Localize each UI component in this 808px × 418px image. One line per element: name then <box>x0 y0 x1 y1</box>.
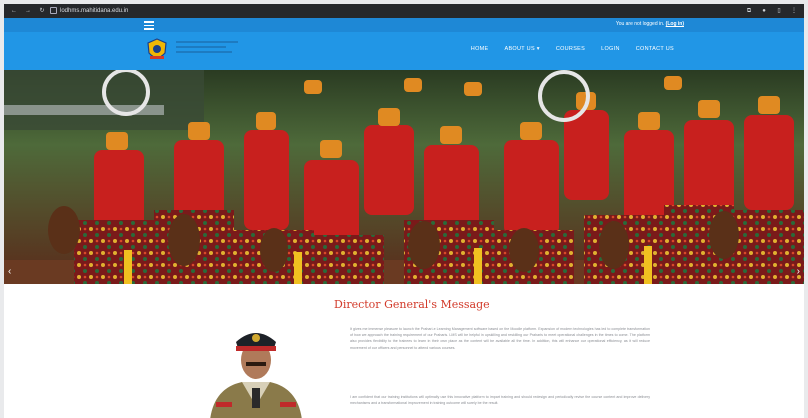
message-paragraph-2: I am confident that our training institu… <box>350 395 650 406</box>
message-paragraph-1: It gives me immense pleasure to launch t… <box>350 327 650 350</box>
login-link[interactable]: (Log in) <box>666 21 684 27</box>
section-title: Director General's Message <box>334 298 490 311</box>
url-text: lodhms.mahitidana.edu.in <box>60 8 129 14</box>
emblem-logo-icon[interactable] <box>144 37 170 63</box>
sidebar-icon[interactable]: ▯ <box>775 7 783 15</box>
director-message-section: Director General's Message It gives me i… <box>4 284 804 418</box>
back-arrow-icon[interactable]: ← <box>10 7 18 15</box>
carousel-next-button[interactable]: › <box>797 266 800 277</box>
forward-arrow-icon[interactable]: → <box>24 7 32 15</box>
lock-icon <box>50 6 57 14</box>
main-navbar: HOME ABOUT US ▾ COURSES LOGIN CONTACT US <box>4 32 804 70</box>
menu-contact-us[interactable]: CONTACT US <box>636 46 674 52</box>
hero-carousel: ‹ › <box>4 70 804 284</box>
hamburger-menu-icon[interactable] <box>144 21 154 30</box>
menu-courses[interactable]: COURSES <box>556 46 585 52</box>
hero-image <box>4 70 804 284</box>
more-icon[interactable]: ⋮ <box>790 7 798 15</box>
reload-icon[interactable]: ↻ <box>38 7 46 15</box>
browser-toolbar: ← → ↻ lodhms.mahitidana.edu.in ⧉ ● ▯ ⋮ <box>4 4 804 18</box>
menu-home[interactable]: HOME <box>471 46 489 52</box>
browser-window: ← → ↻ lodhms.mahitidana.edu.in ⧉ ● ▯ ⋮ Y… <box>4 4 804 418</box>
utility-bar: You are not logged in. (Log in) <box>4 18 804 32</box>
menu-login[interactable]: LOGIN <box>601 46 620 52</box>
site-name-graphic <box>176 41 238 56</box>
extensions-icon[interactable]: ⧉ <box>745 7 753 15</box>
login-status-text: You are not logged in. <box>615 21 665 27</box>
address-bar[interactable]: lodhms.mahitidana.edu.in <box>50 6 128 16</box>
director-general-photo <box>202 314 310 418</box>
profile-icon[interactable]: ● <box>760 7 768 15</box>
top-menu: HOME ABOUT US ▾ COURSES LOGIN CONTACT US <box>471 46 674 52</box>
login-status: You are not logged in. (Log in) <box>616 21 684 27</box>
browser-actions: ⧉ ● ▯ ⋮ <box>745 7 798 15</box>
carousel-prev-button[interactable]: ‹ <box>8 266 11 277</box>
browser-nav: ← → ↻ <box>10 7 46 15</box>
menu-about-us[interactable]: ABOUT US ▾ <box>505 46 540 52</box>
